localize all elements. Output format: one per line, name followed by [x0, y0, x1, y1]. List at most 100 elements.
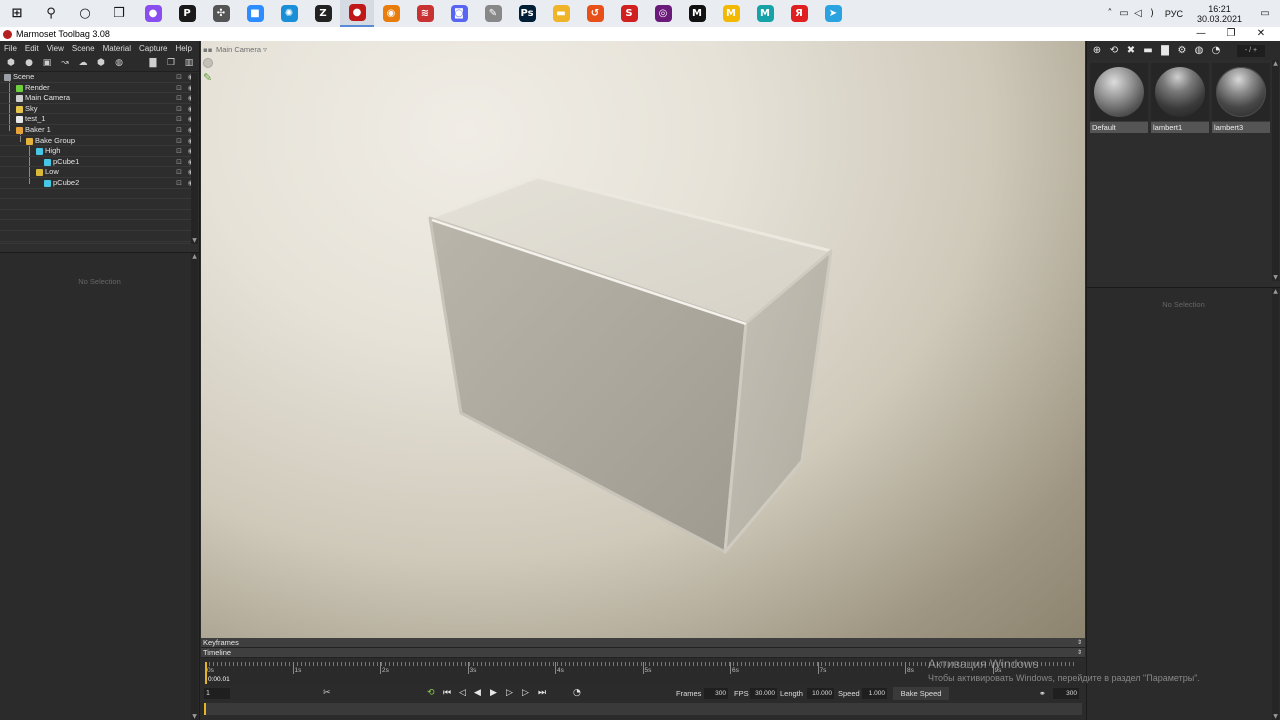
end-frame-field[interactable]: 300: [1053, 688, 1079, 699]
open-folder-icon[interactable]: ▬: [1142, 45, 1154, 57]
taskbar-button[interactable]: ■: [238, 0, 272, 27]
outliner-item-sky[interactable]: Sky⊡◉: [0, 104, 199, 115]
taskbar-button[interactable]: Ps: [510, 0, 544, 27]
volume-icon[interactable]: ): [1145, 8, 1159, 19]
scroll-down-icon[interactable]: ▼: [191, 713, 198, 720]
language-indicator[interactable]: РУС: [1165, 9, 1183, 19]
taskbar-button[interactable]: ●: [340, 0, 374, 27]
delete-material-icon[interactable]: ▇: [1159, 45, 1171, 57]
taskbar-button[interactable]: M: [714, 0, 748, 27]
paint-brush-icon[interactable]: ✎: [203, 72, 214, 83]
expand-icon[interactable]: ⇕: [1077, 638, 1082, 648]
minimize-button[interactable]: —: [1186, 27, 1216, 41]
taskbar-button[interactable]: ○: [68, 0, 102, 27]
scroll-up-icon[interactable]: ▲: [1272, 60, 1279, 67]
taskbar-button[interactable]: ❒: [102, 0, 136, 27]
taskbar-button[interactable]: ◉: [374, 0, 408, 27]
material-scrollbar[interactable]: ▲ ▼: [1272, 60, 1279, 281]
taskbar-button[interactable]: ➤: [816, 0, 850, 27]
outliner-item-scene[interactable]: Scene⊡◉: [0, 72, 199, 83]
play-icon[interactable]: ▶: [490, 688, 497, 699]
frames-field[interactable]: 300: [704, 688, 728, 699]
lock-icon[interactable]: ⊡: [176, 146, 182, 157]
lock-icon[interactable]: ⊡: [176, 93, 182, 104]
step-forward-icon[interactable]: ▷: [506, 688, 513, 699]
scroll-down-icon[interactable]: ▼: [1272, 713, 1279, 720]
outliner-item-pcube1[interactable]: pCube1⊡◉: [0, 157, 199, 168]
taskbar-button[interactable]: ✺: [272, 0, 306, 27]
track-playhead[interactable]: [204, 703, 206, 715]
keyframes-header[interactable]: Keyframes ⇕: [201, 638, 1085, 648]
taskbar-button[interactable]: Z: [306, 0, 340, 27]
settings-icon[interactable]: ⚙: [1176, 45, 1188, 57]
speed-field[interactable]: 1.000: [862, 688, 887, 699]
material-card-default[interactable]: Default: [1090, 63, 1148, 133]
outliner-item-low[interactable]: Low⊡◉: [0, 167, 199, 178]
outliner-item-pcube2[interactable]: pCube2⊡◉: [0, 178, 199, 189]
material-card-lambert3[interactable]: lambert3: [1212, 63, 1270, 133]
taskbar-button[interactable]: ◙: [442, 0, 476, 27]
network-status-icon[interactable]: ▭: [1117, 8, 1131, 19]
outliner-item-test_1[interactable]: test_1⊡◉: [0, 114, 199, 125]
add-mesh-icon[interactable]: ⬢: [5, 58, 17, 68]
step-back-icon[interactable]: ◁: [459, 688, 466, 699]
outliner-item-bake-group[interactable]: Bake Group⊡◉: [0, 136, 199, 147]
chevron-up-icon[interactable]: ˄: [1103, 8, 1117, 19]
menu-capture[interactable]: Capture: [135, 44, 171, 53]
notifications-icon[interactable]: ▭: [1258, 8, 1272, 19]
taskbar-button[interactable]: ✎: [476, 0, 510, 27]
taskbar-button[interactable]: ↺: [578, 0, 612, 27]
lock-icon[interactable]: ⊡: [176, 114, 182, 125]
taskbar-button[interactable]: ⚲: [34, 0, 68, 27]
taskbar-button[interactable]: ◎: [646, 0, 680, 27]
delete-icon[interactable]: ▥: [183, 58, 195, 68]
outliner-scrollbar[interactable]: ▼: [191, 73, 198, 244]
lock-icon[interactable]: ⊡: [176, 72, 182, 83]
menu-scene[interactable]: Scene: [68, 44, 99, 53]
maximize-button[interactable]: ❐: [1216, 27, 1246, 41]
properties-scrollbar[interactable]: ▲ ▼: [1272, 288, 1279, 720]
compass-icon[interactable]: ◔: [1210, 45, 1222, 57]
render-mode-icon[interactable]: [203, 58, 213, 68]
keyframe-tool-icon[interactable]: ✂: [323, 688, 331, 699]
current-frame-field[interactable]: 1: [204, 688, 230, 699]
bake-speed-button[interactable]: Bake Speed: [893, 687, 949, 700]
lock-icon[interactable]: ⊡: [176, 136, 182, 147]
close-button[interactable]: ✕: [1246, 27, 1276, 41]
lock-icon[interactable]: ⊡: [176, 104, 182, 115]
taskbar-button[interactable]: P: [170, 0, 204, 27]
add-shadow-icon[interactable]: ⬢: [95, 58, 107, 68]
lock-icon[interactable]: ⊡: [176, 125, 182, 136]
fps-field[interactable]: 30.000: [750, 688, 777, 699]
skip-to-start-icon[interactable]: ⏮: [443, 688, 451, 699]
outliner-item-render[interactable]: Render⊡◉: [0, 83, 199, 94]
taskbar-button[interactable]: S: [612, 0, 646, 27]
add-camera-icon[interactable]: ▣: [41, 58, 53, 68]
taskbar-button[interactable]: ≋: [408, 0, 442, 27]
material-filter-field[interactable]: - / +: [1237, 44, 1265, 57]
duplicate-icon[interactable]: ❐: [165, 58, 177, 68]
scroll-up-icon[interactable]: ▲: [1272, 288, 1279, 295]
taskbar-button[interactable]: ●: [136, 0, 170, 27]
menu-view[interactable]: View: [43, 44, 68, 53]
new-material-icon[interactable]: ⊕: [1091, 45, 1103, 57]
taskbar-button[interactable]: ✣: [204, 0, 238, 27]
loop-icon[interactable]: ⟲: [427, 688, 435, 699]
duplicate-material-icon[interactable]: ⟲: [1108, 45, 1120, 57]
taskbar-button[interactable]: Я: [782, 0, 816, 27]
remove-unused-icon[interactable]: ✖: [1125, 45, 1137, 57]
speed-dial-icon[interactable]: ◔: [573, 688, 581, 699]
menu-file[interactable]: File: [0, 44, 21, 53]
speaker-icon[interactable]: ◁: [1131, 8, 1145, 19]
menu-help[interactable]: Help: [172, 44, 196, 53]
material-card-lambert1[interactable]: lambert1: [1151, 63, 1209, 133]
add-curve-icon[interactable]: ↝: [59, 58, 71, 68]
clock[interactable]: 16:21 30.03.2021: [1197, 4, 1242, 24]
viewport-menu-icon[interactable]: ▪▪: [203, 46, 213, 54]
link-icon[interactable]: ⚭: [1039, 688, 1046, 699]
lock-icon[interactable]: ⊡: [176, 83, 182, 94]
add-sky-icon[interactable]: ☁: [77, 58, 89, 68]
next-frame-icon[interactable]: ▷: [522, 688, 529, 699]
skip-to-end-icon[interactable]: ⏭: [538, 688, 546, 699]
menu-edit[interactable]: Edit: [21, 44, 43, 53]
